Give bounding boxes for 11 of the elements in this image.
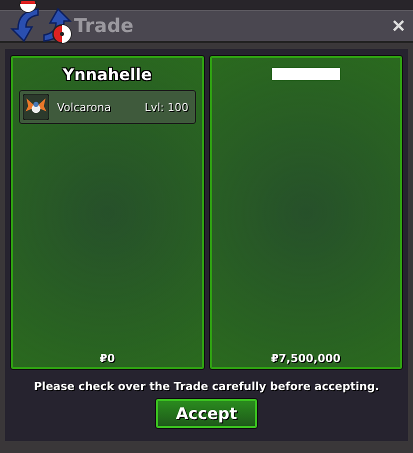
trader-name: Ynnahelle [62, 64, 152, 84]
accept-button[interactable]: Accept [156, 399, 258, 428]
pokemon-level: Lvl: 100 [144, 100, 188, 114]
money-amount: ₽7,500,000 [270, 352, 341, 365]
warning-message: Please check over the Trade carefully before accepting. [34, 380, 380, 393]
pokemon-item[interactable]: Volcarona Lvl: 100 [19, 90, 196, 124]
pokemon-name: Volcarona [57, 100, 112, 114]
window-title: Trade [74, 15, 135, 37]
money-amount: ₽0 [100, 352, 115, 365]
close-button[interactable]: × [390, 15, 407, 37]
moth-icon [23, 94, 49, 120]
